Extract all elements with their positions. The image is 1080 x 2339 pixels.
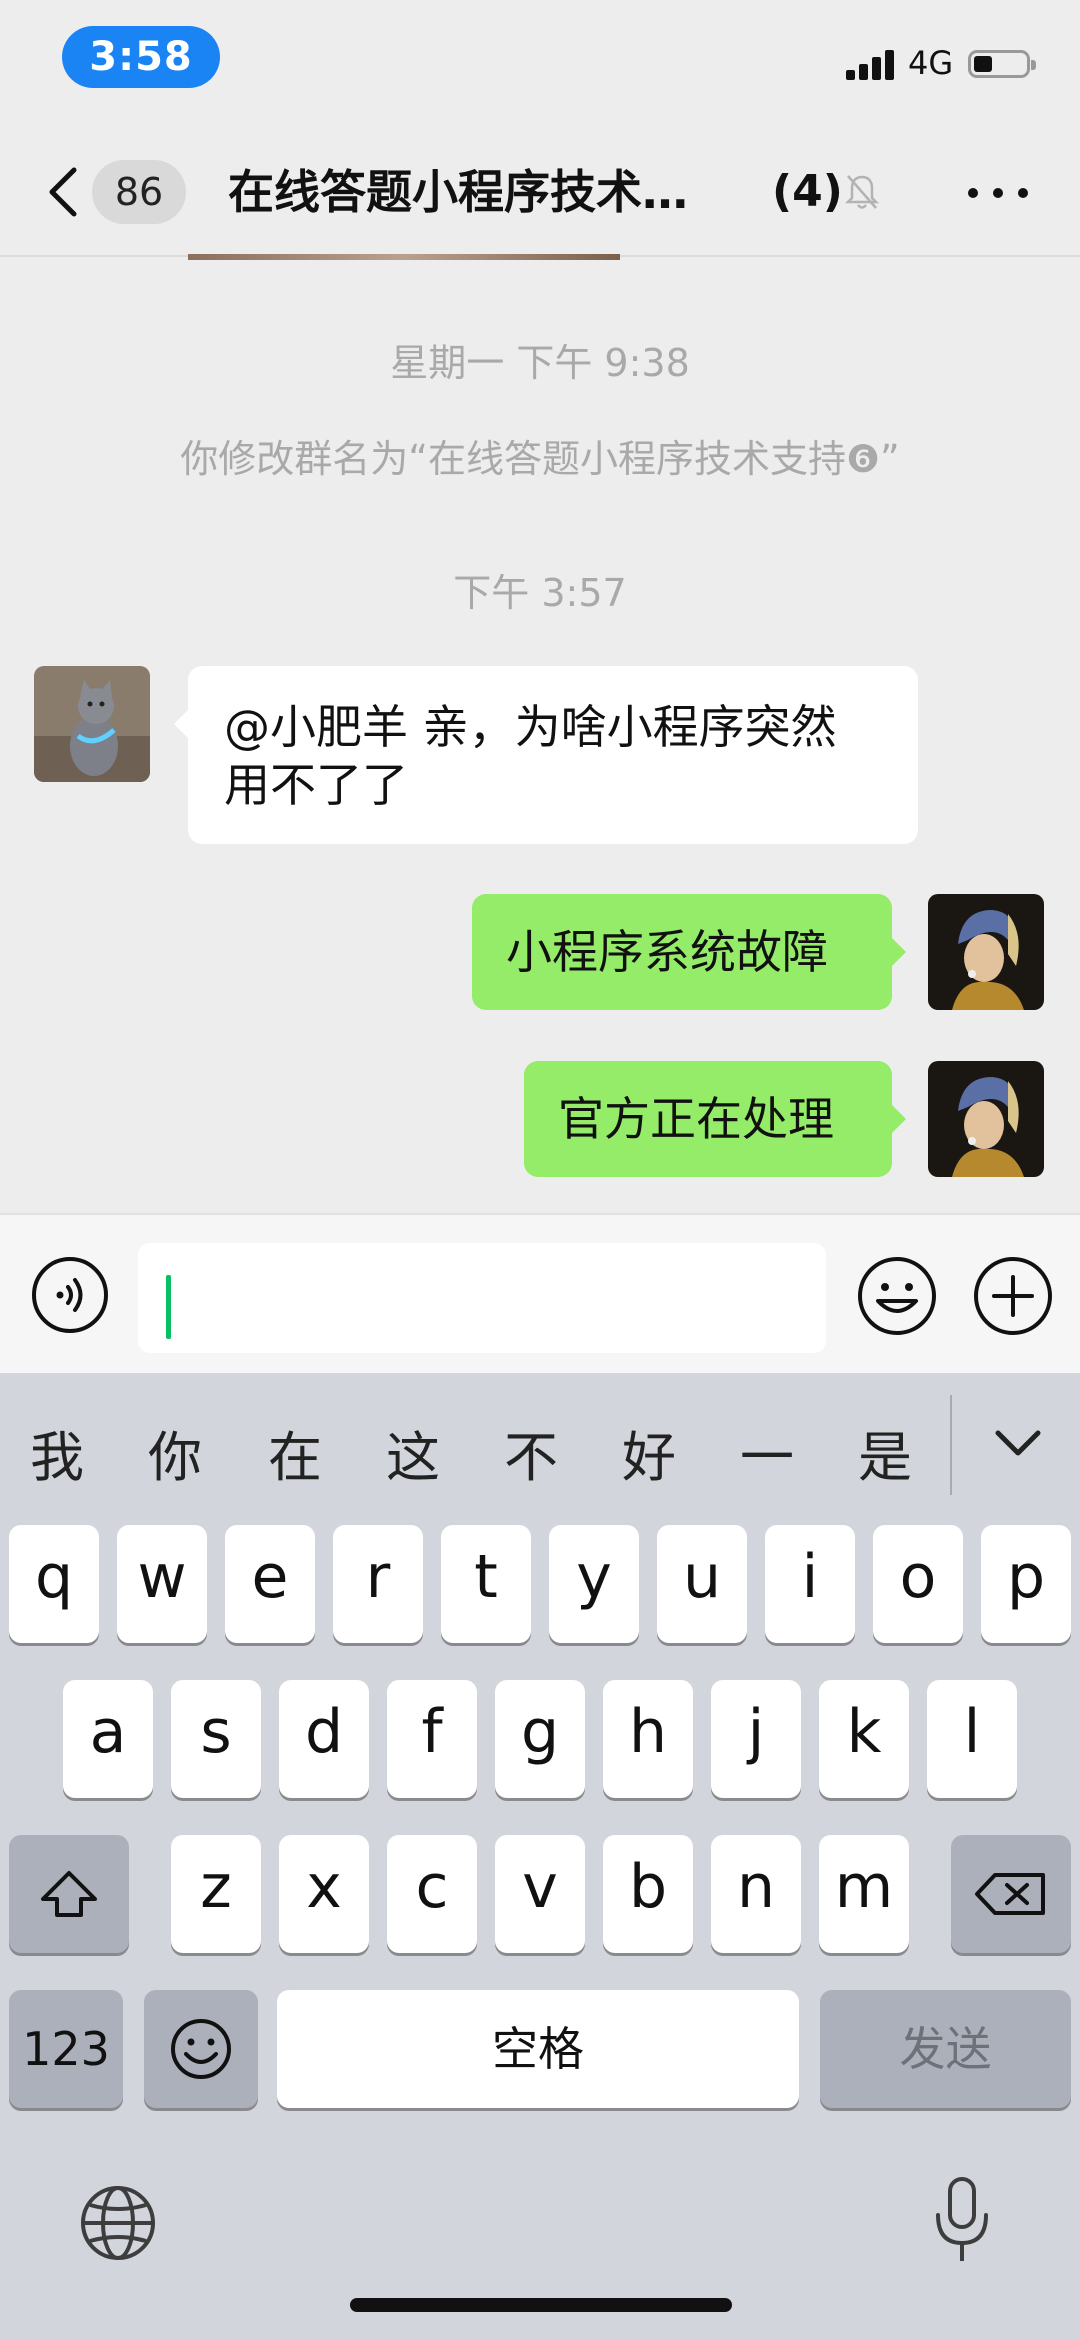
mute-icon: [844, 175, 880, 209]
key-h[interactable]: h: [603, 1680, 693, 1798]
candidate-divider: [950, 1395, 952, 1495]
battery-icon: [968, 50, 1036, 78]
plus-icon[interactable]: [972, 1255, 1054, 1337]
key-t[interactable]: t: [441, 1525, 531, 1643]
key-q[interactable]: q: [9, 1525, 99, 1643]
key-f[interactable]: f: [387, 1680, 477, 1798]
key-b[interactable]: b: [603, 1835, 693, 1953]
send-key[interactable]: 发送: [820, 1990, 1071, 2108]
message-text: 小程序系统故障: [506, 925, 828, 979]
message-bubble-outgoing[interactable]: 小程序系统故障: [472, 894, 906, 1010]
message-text: 官方正在处理: [558, 1092, 834, 1146]
key-p[interactable]: p: [981, 1525, 1071, 1643]
emoji-key[interactable]: [144, 1990, 258, 2108]
space-key[interactable]: 空格: [277, 1990, 799, 2108]
delete-key[interactable]: [951, 1835, 1071, 1953]
key-v[interactable]: v: [495, 1835, 585, 1953]
message-timestamp: 星期一 下午 9:38: [390, 341, 690, 385]
key-x[interactable]: x: [279, 1835, 369, 1953]
key-o[interactable]: o: [873, 1525, 963, 1643]
more-icon[interactable]: [968, 178, 1028, 206]
status-time: 3:58: [62, 26, 220, 88]
candidate-word[interactable]: 是: [850, 1413, 920, 1492]
candidate-word[interactable]: 好: [614, 1413, 684, 1492]
key-l[interactable]: l: [927, 1680, 1017, 1798]
delete-icon: [975, 1873, 1045, 1915]
network-type: 4G: [908, 44, 954, 82]
candidate-word[interactable]: 不: [496, 1413, 566, 1492]
cellular-signal-icon: [846, 50, 898, 80]
unread-count-badge[interactable]: 86: [92, 160, 186, 224]
key-j[interactable]: j: [711, 1680, 801, 1798]
message-bubble-outgoing[interactable]: 官方正在处理: [524, 1061, 906, 1177]
numbers-key[interactable]: 123: [9, 1990, 123, 2108]
avatar[interactable]: [928, 1061, 1044, 1177]
message-input[interactable]: [138, 1243, 826, 1353]
candidate-word[interactable]: 一: [732, 1413, 802, 1492]
image-message-edge: [188, 254, 620, 260]
keyboard: 我 你 在 这 不 好 一 是 q w e r t y u i o p a s …: [0, 1373, 1080, 2339]
key-z[interactable]: z: [171, 1835, 261, 1953]
key-y[interactable]: y: [549, 1525, 639, 1643]
message-timestamp: 下午 3:57: [453, 571, 627, 615]
message-text-line: 用不了了: [224, 758, 408, 812]
key-r[interactable]: r: [333, 1525, 423, 1643]
globe-icon[interactable]: [78, 2183, 158, 2263]
key-i[interactable]: i: [765, 1525, 855, 1643]
key-w[interactable]: w: [117, 1525, 207, 1643]
candidate-word[interactable]: 我: [22, 1413, 92, 1492]
system-notice: 你修改群名为“在线答题小程序技术支持❻”: [180, 437, 900, 481]
candidate-bar: 我 你 在 这 不 好 一 是: [0, 1373, 1080, 1523]
candidate-word[interactable]: 这: [378, 1413, 448, 1492]
key-c[interactable]: c: [387, 1835, 477, 1953]
message-text-line: @小肥羊 亲，为啥小程序突然: [224, 700, 837, 754]
voice-icon[interactable]: [30, 1255, 110, 1335]
collapse-icon[interactable]: [990, 1425, 1046, 1461]
back-icon[interactable]: [44, 164, 84, 220]
candidate-word[interactable]: 你: [140, 1413, 210, 1492]
candidate-word[interactable]: 在: [260, 1413, 330, 1492]
chat-header: 86 在线答题小程序技术… (4): [0, 130, 1080, 257]
avatar[interactable]: [34, 666, 150, 782]
message-bubble-incoming[interactable]: @小肥羊 亲，为啥小程序突然 用不了了: [174, 666, 918, 844]
key-k[interactable]: k: [819, 1680, 909, 1798]
shift-key[interactable]: [9, 1835, 129, 1953]
chat-title: 在线答题小程序技术…: [228, 165, 688, 219]
key-a[interactable]: a: [63, 1680, 153, 1798]
key-g[interactable]: g: [495, 1680, 585, 1798]
member-count: (4): [772, 166, 843, 217]
key-m[interactable]: m: [819, 1835, 909, 1953]
shift-icon: [41, 1871, 97, 1917]
text-caret: [166, 1275, 171, 1339]
key-u[interactable]: u: [657, 1525, 747, 1643]
avatar[interactable]: [928, 894, 1044, 1010]
emoji-icon[interactable]: [856, 1255, 938, 1337]
key-n[interactable]: n: [711, 1835, 801, 1953]
home-indicator[interactable]: [350, 2298, 732, 2312]
status-bar: 3:58 4G: [0, 0, 1080, 120]
microphone-icon[interactable]: [930, 2173, 994, 2269]
chat-input-bar: [0, 1213, 1080, 1375]
key-s[interactable]: s: [171, 1680, 261, 1798]
key-d[interactable]: d: [279, 1680, 369, 1798]
emoji-icon: [171, 2019, 231, 2079]
key-e[interactable]: e: [225, 1525, 315, 1643]
